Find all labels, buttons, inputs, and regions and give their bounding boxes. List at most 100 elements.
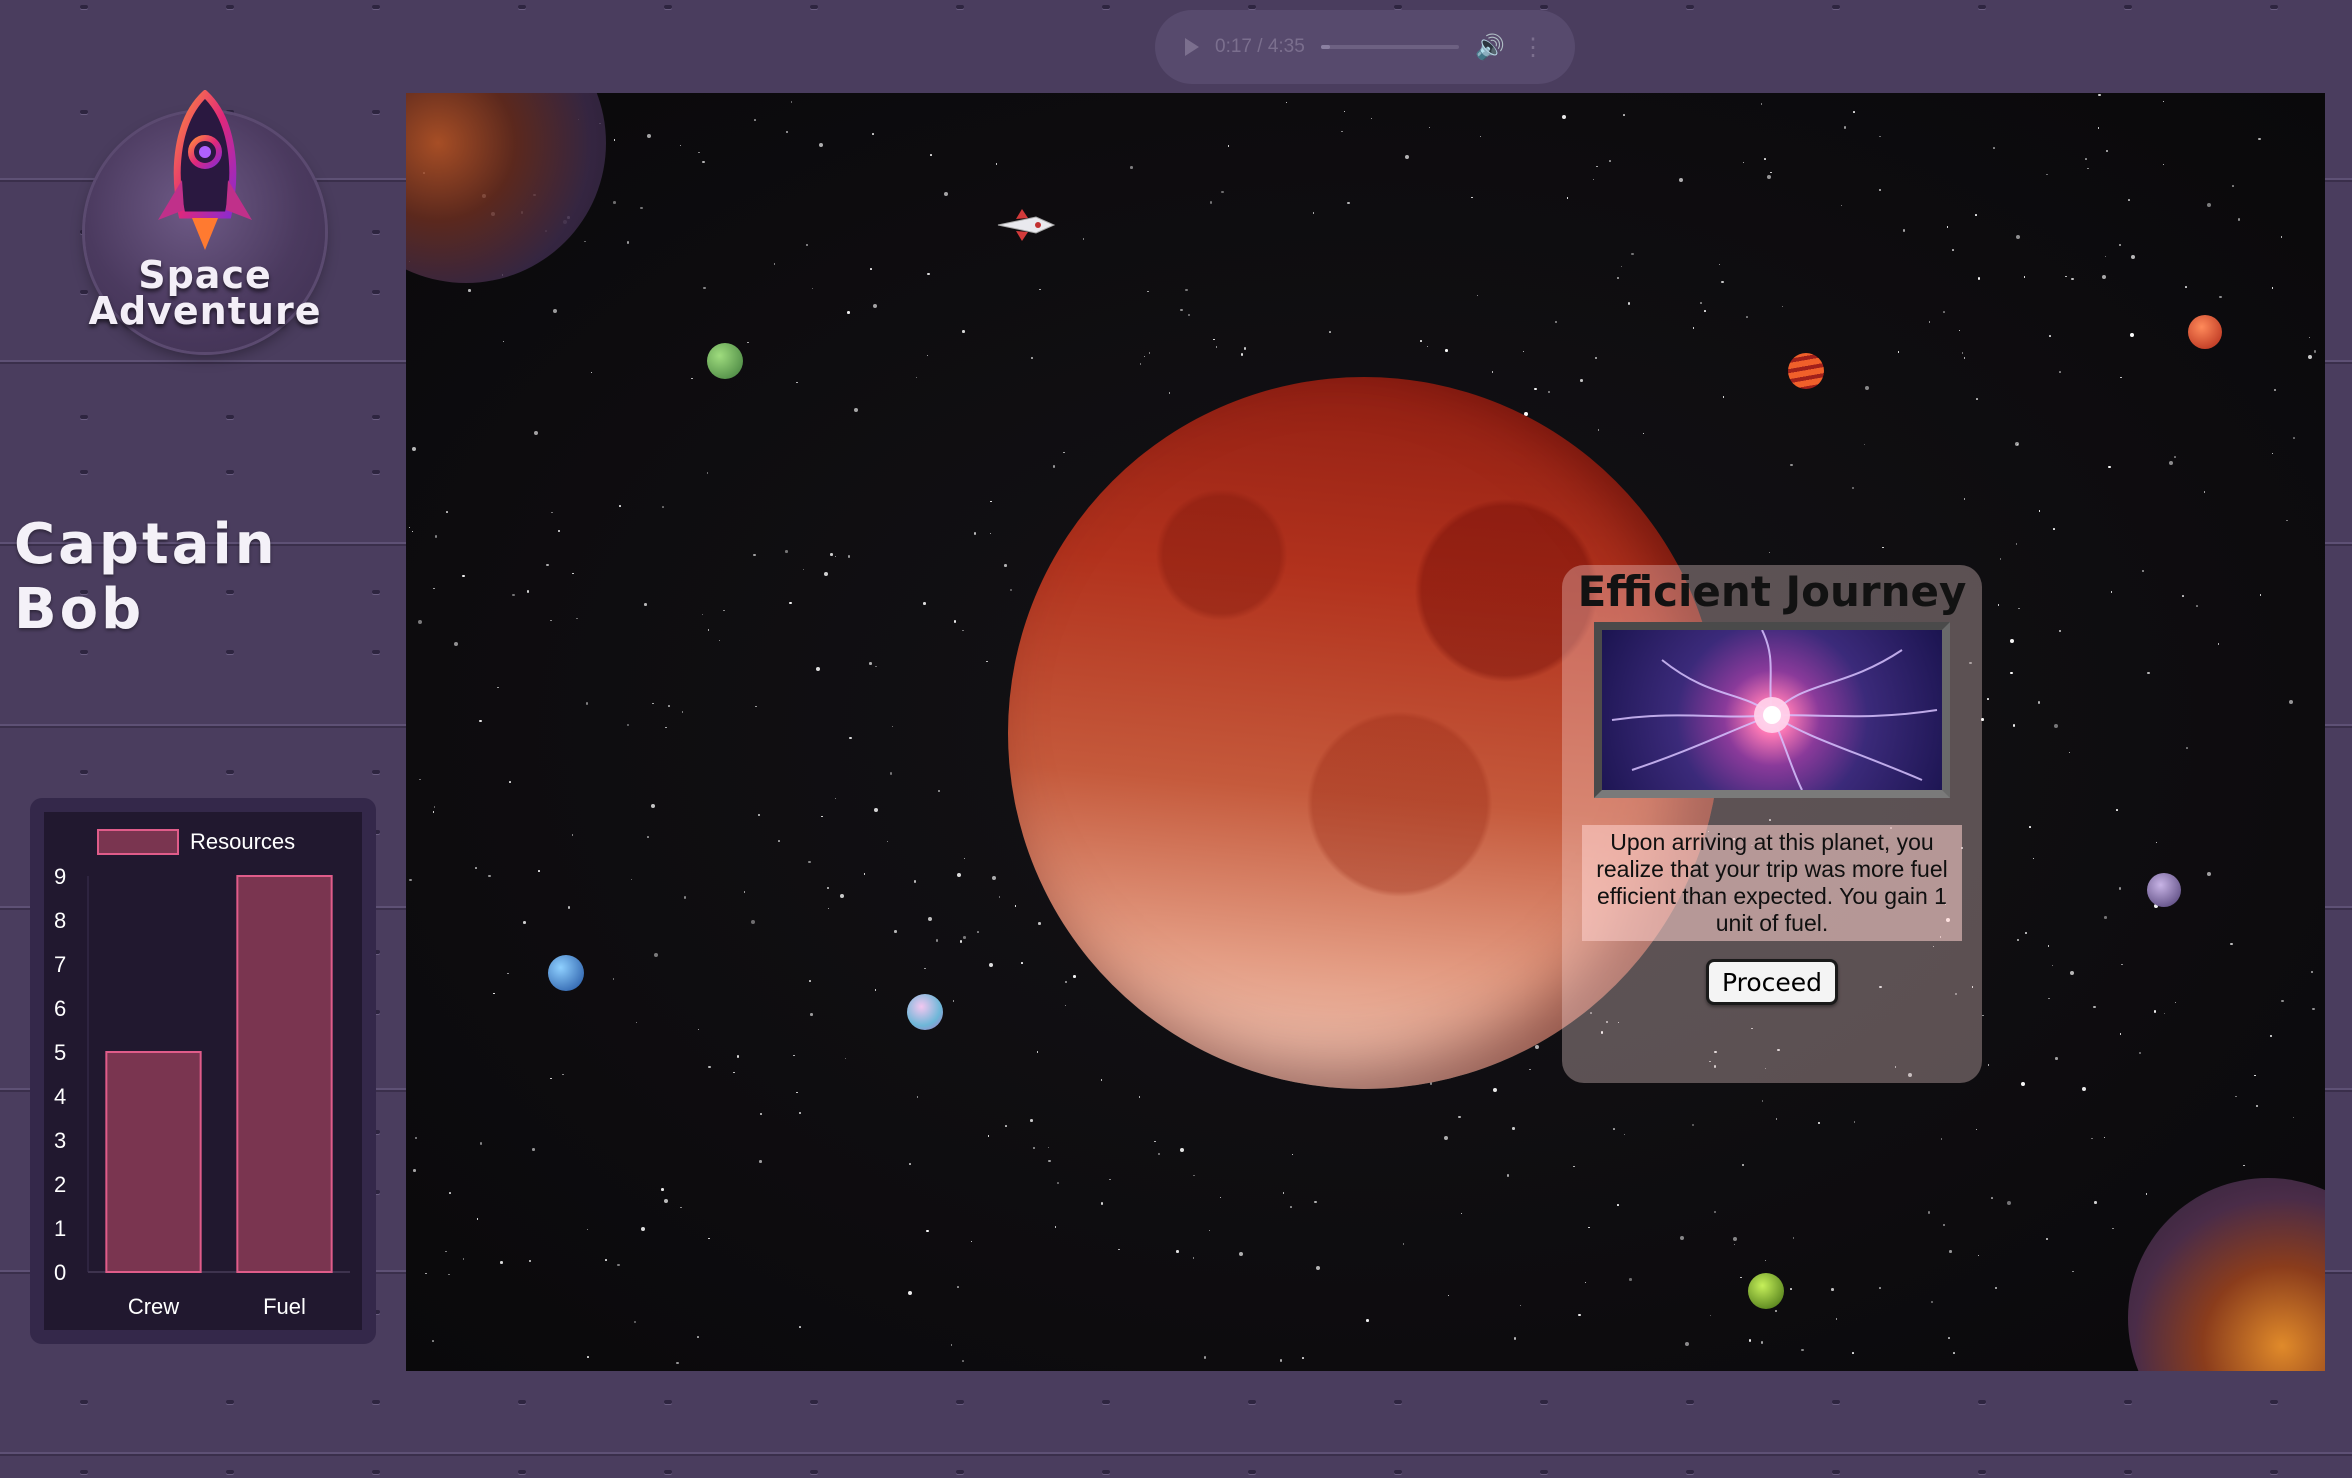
star	[1879, 135, 1881, 138]
star	[1700, 302, 1702, 304]
star	[916, 1096, 919, 1098]
star	[1426, 345, 1429, 348]
planet-red-small[interactable]	[2188, 315, 2222, 349]
star	[576, 617, 578, 620]
star	[2012, 724, 2015, 727]
planet-pastel[interactable]	[907, 994, 943, 1030]
star	[1994, 1286, 1998, 1290]
star	[873, 808, 878, 813]
star	[635, 1021, 638, 1024]
star	[2091, 1137, 2093, 1140]
star	[2010, 671, 2013, 675]
star	[1285, 101, 1288, 104]
star	[1930, 1300, 1934, 1304]
star	[619, 505, 621, 507]
star	[1940, 1138, 1943, 1140]
star	[1596, 165, 1598, 168]
more-options-icon[interactable]: ⋮	[1521, 33, 1545, 62]
star	[959, 940, 963, 943]
star	[613, 201, 616, 204]
star	[1038, 922, 1041, 925]
star	[550, 1077, 552, 1080]
star	[584, 240, 586, 243]
star	[445, 1250, 447, 1253]
star	[532, 1148, 535, 1151]
star	[962, 330, 965, 333]
star	[998, 896, 1001, 898]
star	[2081, 1087, 2086, 1092]
star	[757, 813, 761, 817]
star	[523, 921, 526, 924]
star	[646, 134, 651, 139]
planet-lime[interactable]	[1748, 1273, 1784, 1309]
star	[507, 972, 509, 975]
star	[785, 550, 788, 553]
star	[2155, 841, 2158, 844]
star	[2259, 594, 2262, 596]
star	[2006, 1200, 2011, 1205]
star	[1064, 980, 1068, 984]
star	[2313, 350, 2317, 353]
star	[973, 532, 977, 535]
audio-progress-track[interactable]	[1320, 45, 1460, 49]
audio-time: 0:17 / 4:35	[1215, 36, 1305, 57]
audio-player[interactable]: 0:17 / 4:35 🔊 ⋮	[1155, 10, 1575, 84]
planet-blue[interactable]	[548, 955, 584, 991]
star	[500, 1261, 503, 1264]
star	[1999, 558, 2002, 560]
star	[1678, 178, 1683, 183]
star	[834, 797, 837, 800]
star	[2110, 591, 2113, 593]
star	[1961, 352, 1964, 354]
star	[1535, 1044, 1539, 1049]
star	[935, 939, 939, 942]
star	[926, 1229, 929, 1233]
star	[2138, 1051, 2142, 1055]
planet-green[interactable]	[707, 343, 743, 379]
star	[1014, 905, 1017, 907]
star	[930, 154, 932, 156]
star	[1193, 1174, 1195, 1177]
star	[2104, 916, 2107, 919]
star	[2087, 167, 2089, 170]
planet-purple[interactable]	[2147, 873, 2181, 907]
star	[476, 1218, 479, 1220]
star	[1790, 1288, 1792, 1290]
planet-red-banded[interactable]	[1788, 353, 1824, 389]
star	[1629, 1278, 1632, 1281]
star	[2105, 149, 2109, 153]
star	[502, 340, 505, 343]
star	[849, 736, 852, 740]
player-name: Captain Bob	[14, 512, 278, 642]
star	[2118, 887, 2122, 890]
star	[798, 1111, 802, 1115]
star	[1316, 1265, 1321, 1270]
star	[1082, 238, 1085, 240]
star	[1713, 1210, 1717, 1214]
star	[691, 377, 693, 380]
star	[2128, 199, 2130, 201]
star	[612, 978, 615, 980]
star	[702, 160, 705, 164]
star	[923, 602, 926, 605]
star	[707, 629, 710, 631]
star	[680, 1206, 682, 1209]
star	[952, 1000, 955, 1002]
proceed-button[interactable]: Proceed	[1706, 959, 1838, 1005]
star	[493, 992, 495, 995]
star	[1609, 160, 1611, 162]
star	[2203, 491, 2206, 493]
play-icon[interactable]	[1185, 38, 1199, 56]
star	[2053, 528, 2055, 530]
star	[1039, 288, 1041, 291]
star	[1143, 355, 1146, 358]
space-map[interactable]: Efficient Journey Upon arriving at this …	[406, 93, 2325, 1371]
volume-icon[interactable]: 🔊	[1475, 33, 1505, 62]
star	[1147, 290, 1149, 293]
star	[754, 119, 756, 121]
star	[733, 1071, 735, 1074]
star	[1843, 126, 1847, 129]
star	[1445, 349, 1448, 352]
star	[1613, 1128, 1615, 1130]
star	[2059, 371, 2061, 373]
